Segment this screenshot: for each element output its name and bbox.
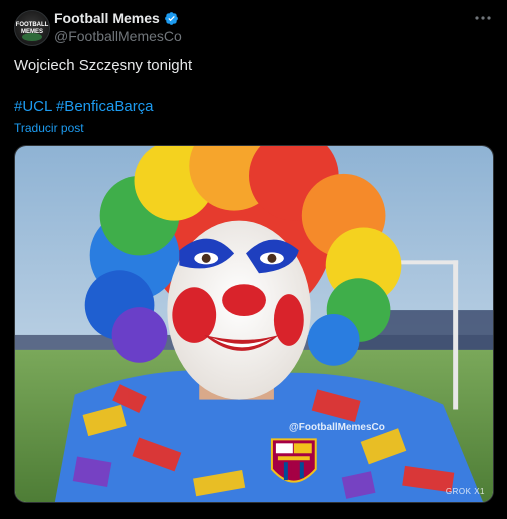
clown-photo-illustration: [15, 146, 493, 502]
tweet-media-image[interactable]: @FootballMemesCo GROK X1: [14, 145, 494, 503]
svg-text:MEMES: MEMES: [21, 29, 43, 35]
translate-post-link[interactable]: Traducir post: [14, 121, 84, 135]
tweet-text: Wojciech Szczęsny tonight: [14, 57, 193, 74]
hashtag-row: #UCL #BenficaBarça: [14, 98, 154, 115]
hashtag-link-benfica-barca[interactable]: #BenficaBarça: [56, 98, 154, 115]
svg-text:FOOTBALL: FOOTBALL: [16, 22, 49, 28]
fc-barcelona-crest-icon: [270, 438, 317, 483]
hashtag-link-ucl[interactable]: #UCL: [14, 98, 52, 115]
author-avatar[interactable]: FOOTBALL MEMES: [14, 10, 50, 46]
avatar-logo-icon: FOOTBALL MEMES: [16, 22, 49, 41]
media-watermark: @FootballMemesCo: [289, 422, 385, 433]
author-name-row: Football Memes: [54, 10, 179, 26]
grok-badge: GROK X1: [445, 487, 485, 496]
tweet-post: FOOTBALL MEMES Football Memes @FootballM…: [0, 0, 507, 519]
verified-badge-icon: [164, 11, 179, 26]
more-options-icon[interactable]: [473, 8, 493, 28]
author-display-name[interactable]: Football Memes: [54, 10, 160, 26]
author-handle[interactable]: @FootballMemesCo: [54, 28, 182, 44]
